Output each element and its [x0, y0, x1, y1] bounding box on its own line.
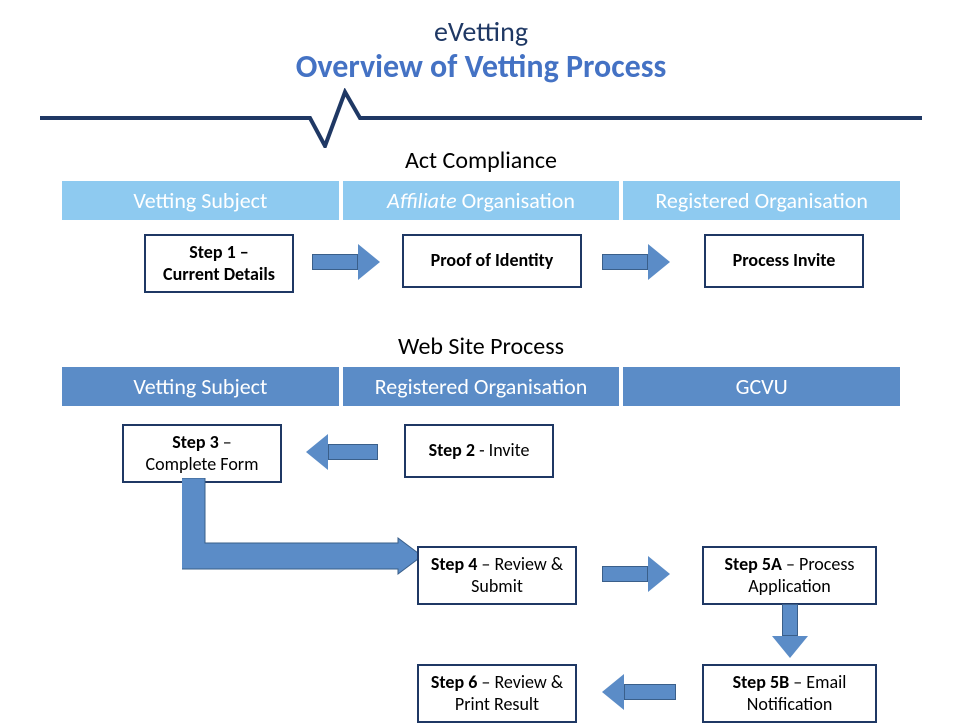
node-step5a: Step 5A – Process Application [702, 546, 877, 605]
node-step1: Step 1 – Current Details [144, 234, 294, 293]
step2-sub: Invite [489, 439, 530, 461]
step1-label: Step 1 [189, 241, 235, 263]
arrow-proof-to-invite [602, 244, 670, 280]
section2-title: Web Site Process [0, 332, 962, 361]
arrow-step5a-to-step5b [772, 604, 808, 658]
page-header: eVetting Overview of Vetting Process [0, 0, 962, 86]
step6-label: Step 6 [431, 671, 477, 693]
step3-sub: Complete Form [146, 453, 259, 475]
col-header-registered-org: Registered Organisation [623, 181, 900, 220]
section2-column-headers: Vetting Subject Registered Organisation … [62, 367, 900, 406]
section1-column-headers: Vetting Subject Affiliate Organisation R… [62, 181, 900, 220]
arrow-step3-to-step4 [182, 478, 422, 588]
node-step2: Step 2 - Invite [404, 424, 554, 478]
step1-sub: Current Details [163, 263, 275, 285]
step5b-label: Step 5B [733, 671, 790, 693]
process-invite-label: Process Invite [733, 249, 836, 271]
section2-flow: Step 3 – Complete Form Step 2 - Invite S… [62, 406, 900, 726]
col2-header-vetting-subject: Vetting Subject [62, 367, 339, 406]
arrow-step4-to-step5a [602, 556, 670, 592]
step3-label: Step 3 [172, 431, 218, 453]
page-title-2: Overview of Vetting Process [0, 47, 962, 86]
col2-header-registered-org: Registered Organisation [343, 367, 620, 406]
arrow-step1-to-proof [312, 244, 380, 280]
node-step3: Step 3 – Complete Form [122, 424, 282, 483]
node-proof-identity: Proof of Identity [402, 234, 582, 288]
step5a-label: Step 5A [725, 553, 782, 575]
step4-sub: Review & Submit [471, 553, 563, 597]
section1-title: Act Compliance [0, 146, 962, 175]
node-process-invite: Process Invite [704, 234, 864, 288]
node-step6: Step 6 – Review & Print Result [417, 664, 577, 723]
proof-label: Proof of Identity [431, 249, 554, 271]
col-header-vetting-subject: Vetting Subject [62, 181, 339, 220]
divider-heartbeat-icon [0, 88, 962, 148]
step4-label: Step 4 [431, 553, 477, 575]
step2-label: Step 2 [429, 439, 475, 461]
node-step5b: Step 5B – Email Notification [702, 664, 877, 723]
col2-header-gcvu: GCVU [623, 367, 900, 406]
col-header-affiliate-org: Affiliate Organisation [343, 181, 620, 220]
node-step4: Step 4 – Review & Submit [417, 546, 577, 605]
section1-flow: Step 1 – Current Details Proof of Identi… [62, 220, 900, 304]
arrow-step2-to-step3 [306, 434, 378, 470]
arrow-step5b-to-step6 [602, 674, 676, 710]
page-title-1: eVetting [0, 14, 962, 49]
